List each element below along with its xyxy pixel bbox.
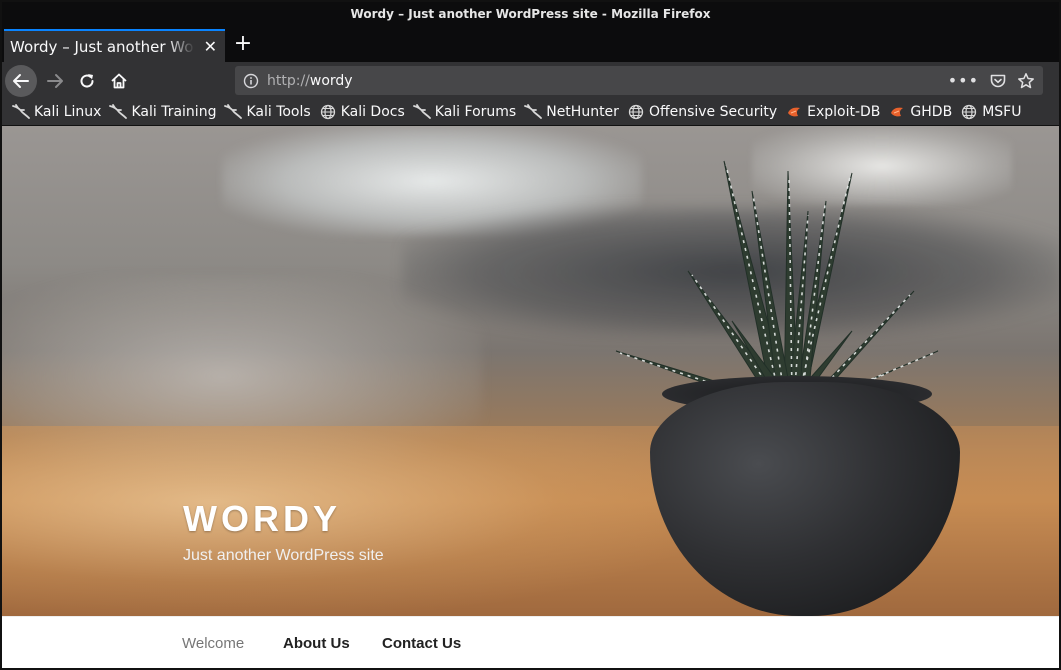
bookmark-label: Exploit-DB [807, 104, 881, 120]
bookmark-label: Kali Tools [246, 104, 311, 120]
info-icon[interactable] [235, 73, 267, 89]
tab-wordy[interactable]: Wordy – Just another WordPress site ✕ [4, 29, 225, 62]
close-tab-icon[interactable]: ✕ [204, 37, 217, 56]
bookmark-label: Kali Docs [340, 104, 405, 120]
star-icon[interactable] [1017, 72, 1035, 90]
kali-dragon-icon [109, 104, 128, 120]
bookmark-msfu[interactable]: MSFU [958, 100, 1027, 124]
reload-icon [80, 74, 94, 88]
site-navigation: Welcome About Us Contact Us [2, 616, 1059, 668]
bookmark-ghdb[interactable]: GHDB [886, 100, 958, 124]
window-titlebar: Wordy – Just another WordPress site - Mo… [2, 2, 1059, 26]
globe-icon [960, 104, 978, 120]
bookmark-nethunter[interactable]: NetHunter [522, 100, 625, 124]
exploitdb-icon [785, 104, 803, 120]
bookmark-label: Offensive Security [648, 104, 778, 120]
bookmark-label: Kali Forums [434, 104, 517, 120]
bookmark-label: MSFU [982, 104, 1022, 120]
arrow-right-icon [47, 74, 63, 88]
bookmark-kali-docs[interactable]: Kali Docs [317, 100, 411, 124]
bookmark-kali-tools[interactable]: Kali Tools [222, 100, 316, 124]
page-content: WORDY Just another WordPress site Welcom… [2, 126, 1059, 668]
menu-item-contact-us[interactable]: Contact Us [382, 635, 461, 652]
kali-dragon-icon [12, 104, 30, 120]
bookmark-exploit-db[interactable]: Exploit-DB [783, 100, 886, 124]
back-button[interactable] [5, 65, 37, 97]
tab-strip: Wordy – Just another WordPress site ✕ + [2, 26, 1059, 62]
kali-dragon-icon [412, 104, 431, 120]
table-highlight [2, 426, 702, 616]
url-host: wordy [309, 72, 353, 89]
bookmark-kali-linux[interactable]: Kali Linux [10, 100, 107, 124]
bookmark-label: Kali Training [131, 104, 217, 120]
site-description: Just another WordPress site [183, 547, 384, 564]
reload-button[interactable] [71, 65, 103, 97]
pocket-icon[interactable] [989, 72, 1007, 90]
exploitdb-icon [888, 104, 906, 120]
site-title[interactable]: WORDY [183, 498, 341, 540]
bookmark-kali-training[interactable]: Kali Training [107, 100, 222, 124]
arrow-left-icon [13, 74, 29, 88]
tab-title: Wordy – Just another WordPress site [10, 37, 195, 56]
globe-icon [627, 104, 645, 120]
navigation-toolbar: http://wordy ••• [2, 62, 1059, 99]
url-text[interactable]: http://wordy [267, 73, 948, 89]
kali-dragon-icon [524, 104, 543, 120]
menu-item-welcome[interactable]: Welcome [182, 635, 244, 652]
home-icon [111, 73, 127, 89]
kali-dragon-icon [224, 104, 243, 120]
bookmark-label: NetHunter [546, 104, 619, 120]
url-actions: ••• [948, 71, 1043, 90]
menu-item-about-us[interactable]: About Us [283, 635, 350, 652]
url-bar[interactable]: http://wordy ••• [235, 66, 1043, 95]
window-title: Wordy – Just another WordPress site - Mo… [350, 7, 711, 21]
globe-icon [319, 104, 337, 120]
bookmark-label: GHDB [910, 104, 953, 120]
page-actions-icon[interactable]: ••• [948, 71, 979, 90]
bookmarks-toolbar: Kali Linux Kali Training Kali Tools Kali… [2, 99, 1059, 126]
bookmark-label: Kali Linux [34, 104, 102, 120]
new-tab-button[interactable]: + [231, 30, 255, 58]
browser-window: Wordy – Just another WordPress site - Mo… [0, 0, 1061, 670]
home-button[interactable] [103, 65, 135, 97]
url-scheme: http:// [267, 72, 310, 89]
bookmark-offensive-security[interactable]: Offensive Security [625, 100, 783, 124]
forward-button[interactable] [39, 65, 71, 97]
header-image: WORDY Just another WordPress site [2, 126, 1059, 616]
bookmark-kali-forums[interactable]: Kali Forums [411, 100, 522, 124]
